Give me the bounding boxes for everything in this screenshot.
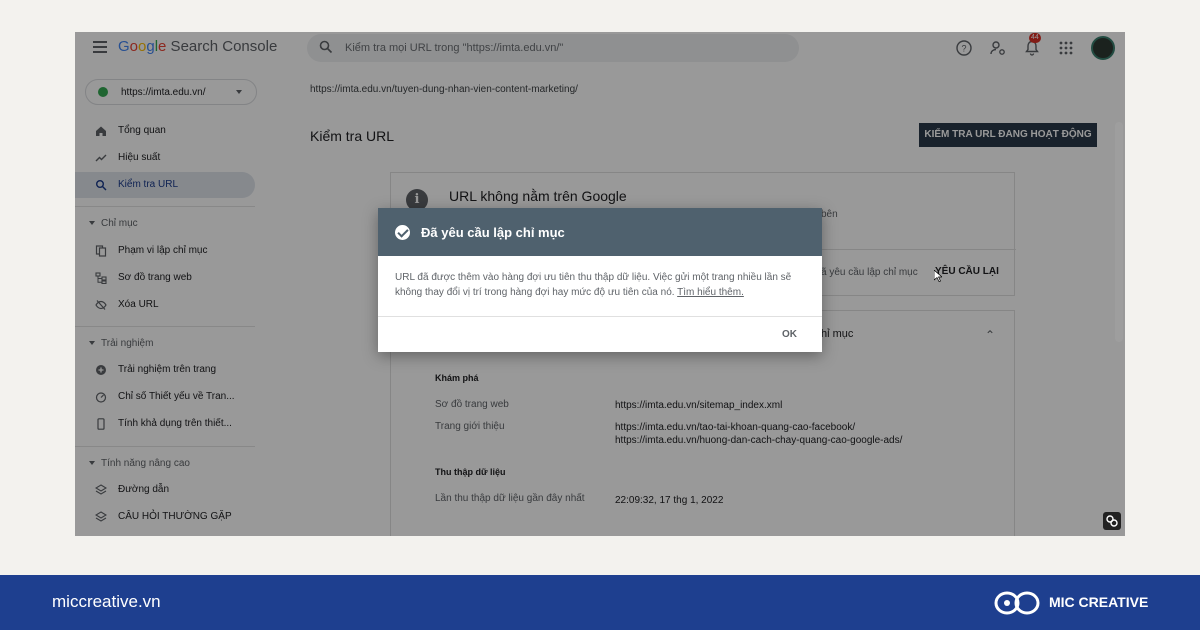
indexing-requested-dialog: Đã yêu cầu lập chỉ mục URL đã được thêm … xyxy=(378,208,822,352)
ok-button[interactable]: OK xyxy=(782,329,797,340)
dialog-header: Đã yêu cầu lập chỉ mục xyxy=(378,208,822,256)
footer-banner: miccreative.vn MIC CREATIVE xyxy=(0,575,1200,630)
link-icon[interactable] xyxy=(1103,512,1121,530)
chain-link-icon xyxy=(1106,515,1118,527)
check-circle-icon xyxy=(395,225,410,240)
mouse-cursor-icon xyxy=(934,270,942,282)
footer-website[interactable]: miccreative.vn xyxy=(52,592,161,612)
learn-more-link[interactable]: Tìm hiểu thêm. xyxy=(677,287,744,298)
footer-brand-name: MIC CREATIVE xyxy=(1049,594,1149,610)
mic-creative-logo-icon xyxy=(994,591,1040,615)
dialog-divider xyxy=(378,316,822,317)
page-scrollbar[interactable] xyxy=(1115,122,1123,342)
dialog-body: URL đã được thêm vào hàng đợi ưu tiên th… xyxy=(395,270,805,300)
search-console-screenshot: Google Search Console Kiểm tra mọi URL t… xyxy=(75,32,1125,536)
dialog-title: Đã yêu cầu lập chỉ mục xyxy=(421,225,565,240)
